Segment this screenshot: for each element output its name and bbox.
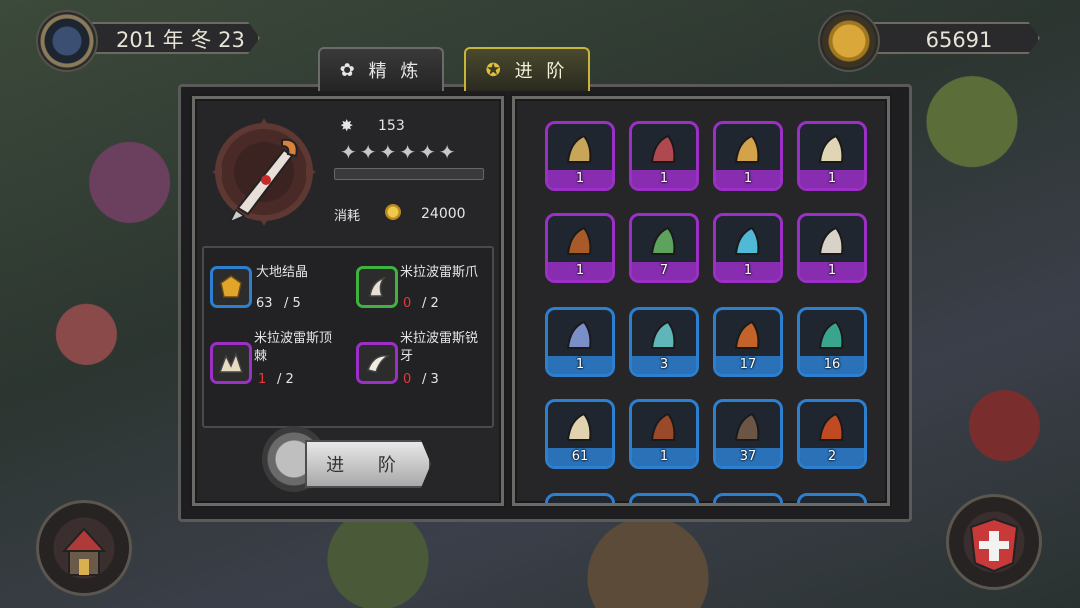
house-icon xyxy=(61,527,107,576)
material-have: 63 xyxy=(256,296,273,311)
item-count: 1 xyxy=(659,449,669,464)
bone-icon xyxy=(814,224,850,260)
inventory-slot[interactable] xyxy=(797,493,867,503)
item-portrait[interactable] xyxy=(208,110,320,234)
material-have: 0 xyxy=(403,296,412,311)
cost-value: 24000 xyxy=(421,206,466,222)
feather-icon xyxy=(646,318,682,354)
horn-icon xyxy=(562,132,598,168)
item-count: 1 xyxy=(659,171,669,186)
item-count: 1 xyxy=(575,263,585,278)
inventory-slot[interactable] xyxy=(545,493,615,503)
inventory-slot[interactable] xyxy=(713,493,783,503)
season-moon-icon[interactable] xyxy=(36,10,98,72)
item-count: 61 xyxy=(571,449,589,464)
inventory-slot[interactable]: 1 xyxy=(545,121,615,191)
material-name: 大地结晶 xyxy=(256,265,309,280)
material-slot-fang[interactable] xyxy=(356,342,398,384)
tab-advance-label: 进 阶 xyxy=(514,61,569,82)
drop-icon xyxy=(814,318,850,354)
material-have: 1 xyxy=(258,372,267,387)
item-count: 16 xyxy=(823,357,841,372)
spike-icon xyxy=(814,132,850,168)
material-slot-earth-crystal[interactable] xyxy=(210,266,252,308)
flame-leaf-icon xyxy=(814,410,850,446)
clover-icon xyxy=(646,224,682,260)
tab-refine[interactable]: ✿ 精 炼 xyxy=(318,47,444,91)
claw-icon xyxy=(562,224,598,260)
power-value: 153 xyxy=(378,118,405,134)
item-count: 1 xyxy=(575,357,585,372)
weapon-icon xyxy=(212,118,316,226)
item-count: 1 xyxy=(743,171,753,186)
ore-icon xyxy=(730,318,766,354)
tab-advance[interactable]: ✪ 进 阶 xyxy=(464,47,590,91)
item-count: 1 xyxy=(575,171,585,186)
ornament-icon: ✿ xyxy=(339,59,359,81)
armor-icon xyxy=(969,517,1019,573)
tab-refine-label: 精 炼 xyxy=(368,61,423,82)
material-need: / 2 xyxy=(277,372,294,387)
material-name: 米拉波雷斯爪 xyxy=(400,265,479,280)
egg-icon xyxy=(730,132,766,168)
item-count: 2 xyxy=(827,449,837,464)
fang-icon xyxy=(367,355,390,373)
inventory-slot[interactable]: 3 xyxy=(629,307,699,377)
inventory-slot[interactable]: 1 xyxy=(629,399,699,469)
crystal-icon xyxy=(730,224,766,260)
inventory-slot[interactable]: 17 xyxy=(713,307,783,377)
item-count: 17 xyxy=(739,357,757,372)
item-count: 37 xyxy=(739,449,757,464)
gold-coin-icon xyxy=(818,10,880,72)
gold-coin-small-icon xyxy=(385,204,401,220)
town-home-button[interactable] xyxy=(36,500,132,596)
material-need: / 2 xyxy=(422,296,439,311)
inventory-slot[interactable] xyxy=(629,493,699,503)
progress-bar xyxy=(334,168,484,180)
material-slot-claw[interactable] xyxy=(356,266,398,308)
rank-badge-icon: ✪ xyxy=(485,59,505,81)
crystal-icon xyxy=(220,275,242,298)
inventory-slot[interactable]: 61 xyxy=(545,399,615,469)
inventory-slot[interactable]: 7 xyxy=(629,213,699,283)
inventory-slot[interactable]: 1 xyxy=(545,307,615,377)
star-rating: ✦✦✦✦✦✦ xyxy=(340,140,459,164)
gold-amount: 65691 xyxy=(925,28,993,52)
plank-icon xyxy=(646,410,682,446)
material-slot-spike[interactable] xyxy=(210,342,252,384)
inventory-slot[interactable]: 1 xyxy=(713,121,783,191)
leaf-gem-icon xyxy=(646,132,682,168)
material-need: / 5 xyxy=(284,296,301,311)
inventory-slot[interactable]: 1 xyxy=(797,213,867,283)
item-count: 3 xyxy=(659,357,669,372)
date-text: 201 年 冬 23 xyxy=(116,28,245,52)
inventory-slot[interactable]: 1 xyxy=(545,213,615,283)
mushroom-icon xyxy=(562,318,598,354)
inventory-slot[interactable]: 1 xyxy=(713,213,783,283)
cost-label: 消耗 xyxy=(334,209,361,224)
material-name: 米拉波雷斯顶棘 xyxy=(254,331,333,364)
inventory-slot[interactable]: 16 xyxy=(797,307,867,377)
inventory-slot[interactable]: 2 xyxy=(797,399,867,469)
claw-icon xyxy=(369,276,387,297)
inventory-slot[interactable]: 1 xyxy=(629,121,699,191)
tusk-icon xyxy=(562,410,598,446)
advance-button[interactable]: 进 阶 xyxy=(305,440,431,488)
inventory-grid: 1 1 1 1 1 7 1 1 1 3 17 16 61 1 37 2 xyxy=(515,99,887,503)
power-icon: ✸ xyxy=(340,116,354,135)
spike-icon xyxy=(218,351,244,373)
inventory-slot[interactable]: 1 xyxy=(797,121,867,191)
inventory-panel: 1 1 1 1 1 7 1 1 1 3 17 16 61 1 37 2 xyxy=(512,96,890,506)
inventory-slot[interactable]: 37 xyxy=(713,399,783,469)
material-name: 米拉波雷斯锐牙 xyxy=(400,331,479,364)
material-need: / 3 xyxy=(422,372,439,387)
item-count: 7 xyxy=(659,263,669,278)
item-count: 1 xyxy=(827,171,837,186)
scale-icon xyxy=(730,410,766,446)
advance-button-label: 进 阶 xyxy=(326,455,410,476)
material-have: 0 xyxy=(403,372,412,387)
item-count: 1 xyxy=(827,263,837,278)
armor-equipment-button[interactable] xyxy=(946,494,1042,590)
item-count: 1 xyxy=(743,263,753,278)
